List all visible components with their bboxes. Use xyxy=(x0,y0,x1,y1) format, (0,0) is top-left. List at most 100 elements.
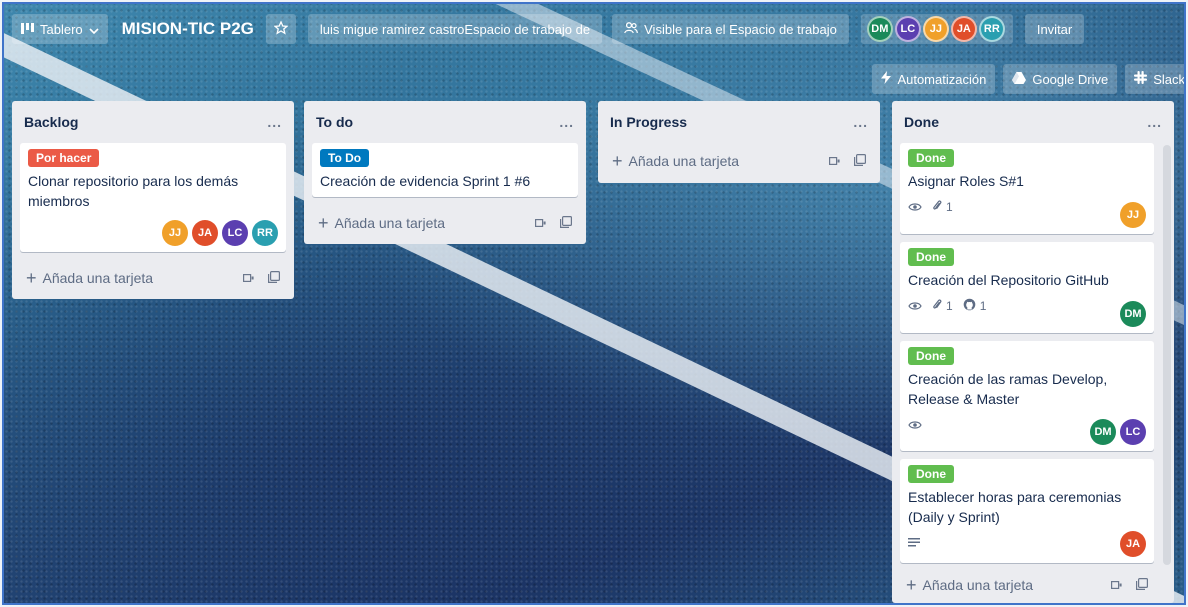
list-header[interactable]: Done ... xyxy=(900,101,1166,143)
invite-button[interactable]: Invitar xyxy=(1024,14,1085,44)
template-icon[interactable] xyxy=(1136,577,1149,593)
attachment-badge: 1 xyxy=(932,298,953,314)
github-icon xyxy=(963,298,976,314)
add-card-button[interactable]: + Añada una tarjeta xyxy=(26,268,154,288)
list-header[interactable]: In Progress ... xyxy=(606,101,872,143)
board-title[interactable]: MISION-TIC P2G xyxy=(122,19,254,39)
card-members: JA xyxy=(1120,531,1146,557)
slack-icon xyxy=(1134,71,1148,87)
list-title[interactable]: To do xyxy=(316,114,353,130)
invite-label: Invitar xyxy=(1036,21,1073,37)
avatar[interactable]: JA xyxy=(192,220,218,246)
card-members: JJ xyxy=(1120,202,1146,228)
card-label: To Do xyxy=(320,149,370,167)
avatar[interactable]: RR xyxy=(978,16,1005,42)
plus-icon: + xyxy=(318,213,329,233)
template-icon[interactable] xyxy=(268,270,281,286)
card-size-icon[interactable] xyxy=(829,154,840,169)
card-title: Creación del Repositorio GitHub xyxy=(908,272,1109,288)
board-members: DM LC JJ JA RR xyxy=(860,14,1013,44)
avatar[interactable]: JJ xyxy=(162,220,188,246)
avatar[interactable]: DM xyxy=(866,16,893,42)
list-scrollbar[interactable] xyxy=(1163,145,1171,565)
avatar[interactable]: LC xyxy=(894,16,921,42)
avatar[interactable]: JJ xyxy=(1120,202,1146,228)
avatar[interactable]: JA xyxy=(1120,531,1146,557)
add-card-button[interactable]: + Añada una tarjeta xyxy=(906,575,1033,595)
attachment-count: 1 xyxy=(946,200,953,214)
list-menu-button[interactable]: ... xyxy=(1147,114,1162,130)
avatar[interactable]: LC xyxy=(1120,419,1146,445)
template-icon[interactable] xyxy=(854,153,867,169)
avatar[interactable]: JJ xyxy=(922,16,949,42)
plus-icon: + xyxy=(906,575,917,595)
workspace-button[interactable]: luis migue ramirez castroEspacio de trab… xyxy=(307,14,603,44)
people-icon xyxy=(624,21,639,37)
board-view-switcher[interactable]: Tablero xyxy=(12,14,108,44)
card-title: Asignar Roles S#1 xyxy=(908,173,1024,189)
avatar[interactable]: DM xyxy=(1120,301,1146,327)
attachment-count: 1 xyxy=(946,299,953,313)
add-card-button[interactable]: + Añada una tarjeta xyxy=(318,213,446,233)
card[interactable]: Por hacer Clonar repositorio para los de… xyxy=(20,143,286,252)
star-icon xyxy=(273,19,289,38)
avatar[interactable]: LC xyxy=(222,220,248,246)
card[interactable]: To Do Creación de evidencia Sprint 1 #6 xyxy=(312,143,578,197)
add-card-button[interactable]: + Añada una tarjeta xyxy=(612,151,739,171)
card[interactable]: Done Asignar Roles S#1 1 JJ xyxy=(900,143,1154,234)
description-icon xyxy=(908,538,920,548)
list-backlog: Backlog ... Por hacer Clonar repositorio… xyxy=(12,101,294,299)
card[interactable]: Done Creación de las ramas Develop, Rele… xyxy=(900,341,1154,451)
add-card-icons xyxy=(535,215,573,231)
list-menu-button[interactable]: ... xyxy=(559,114,574,130)
automation-button[interactable]: Automatización xyxy=(872,64,996,94)
list-title[interactable]: Backlog xyxy=(24,114,78,130)
list-title[interactable]: Done xyxy=(904,114,939,130)
plus-icon: + xyxy=(26,268,37,288)
add-card-icons xyxy=(243,270,281,286)
avatar[interactable]: JA xyxy=(950,16,977,42)
avatar[interactable]: RR xyxy=(252,220,278,246)
add-card-row: + Añada una tarjeta xyxy=(20,260,286,296)
star-board-button[interactable] xyxy=(265,14,296,44)
board-canvas: Tablero MISION-TIC P2G luis migue ramire… xyxy=(2,2,1186,605)
board-view-label: Tablero xyxy=(40,21,83,37)
visibility-button[interactable]: Visible para el Espacio de trabajo xyxy=(612,14,849,44)
card-label: Done xyxy=(908,149,954,167)
card[interactable]: Done Establecer horas para ceremonias (D… xyxy=(900,459,1154,563)
template-icon[interactable] xyxy=(560,215,573,231)
add-card-label: Añada una tarjeta xyxy=(42,270,154,286)
google-drive-button[interactable]: Google Drive xyxy=(1003,64,1118,94)
plus-icon: + xyxy=(612,151,623,171)
card-size-icon[interactable] xyxy=(1111,578,1122,593)
visibility-label: Visible para el Espacio de trabajo xyxy=(644,21,837,37)
card-members: DM LC xyxy=(1090,419,1146,445)
card[interactable]: Done Creación del Repositorio GitHub 1 1… xyxy=(900,242,1154,333)
paperclip-icon xyxy=(932,199,942,215)
add-card-icons xyxy=(829,153,867,169)
card-size-icon[interactable] xyxy=(535,216,546,231)
list-menu-button[interactable]: ... xyxy=(267,114,282,130)
add-card-label: Añada una tarjeta xyxy=(334,215,446,231)
paperclip-icon xyxy=(932,298,942,314)
watch-icon xyxy=(908,202,922,212)
card-badges: 1 xyxy=(908,197,1146,217)
watch-icon xyxy=(908,301,922,311)
card-title: Clonar repositorio para los demás miembr… xyxy=(28,173,239,209)
list-header[interactable]: Backlog ... xyxy=(20,101,286,143)
card-title: Creación de las ramas Develop, Release &… xyxy=(908,371,1108,407)
watch-icon xyxy=(908,420,922,430)
slack-button[interactable]: Slack xyxy=(1125,64,1184,94)
card-label: Done xyxy=(908,347,954,365)
list-menu-button[interactable]: ... xyxy=(853,114,868,130)
avatar[interactable]: DM xyxy=(1090,419,1116,445)
list-title[interactable]: In Progress xyxy=(610,114,687,130)
add-card-row: + Añada una tarjeta xyxy=(900,567,1154,603)
list-to-do: To do ... To Do Creación de evidencia Sp… xyxy=(304,101,586,244)
automation-label: Automatización xyxy=(897,71,987,87)
card-size-icon[interactable] xyxy=(243,271,254,286)
list-header[interactable]: To do ... xyxy=(312,101,578,143)
card-title: Creación de evidencia Sprint 1 #6 xyxy=(320,173,531,189)
power-ups-bar: Automatización Google Drive Slack xyxy=(872,64,1184,94)
list-in-progress: In Progress ... + Añada una tarjeta xyxy=(598,101,880,183)
